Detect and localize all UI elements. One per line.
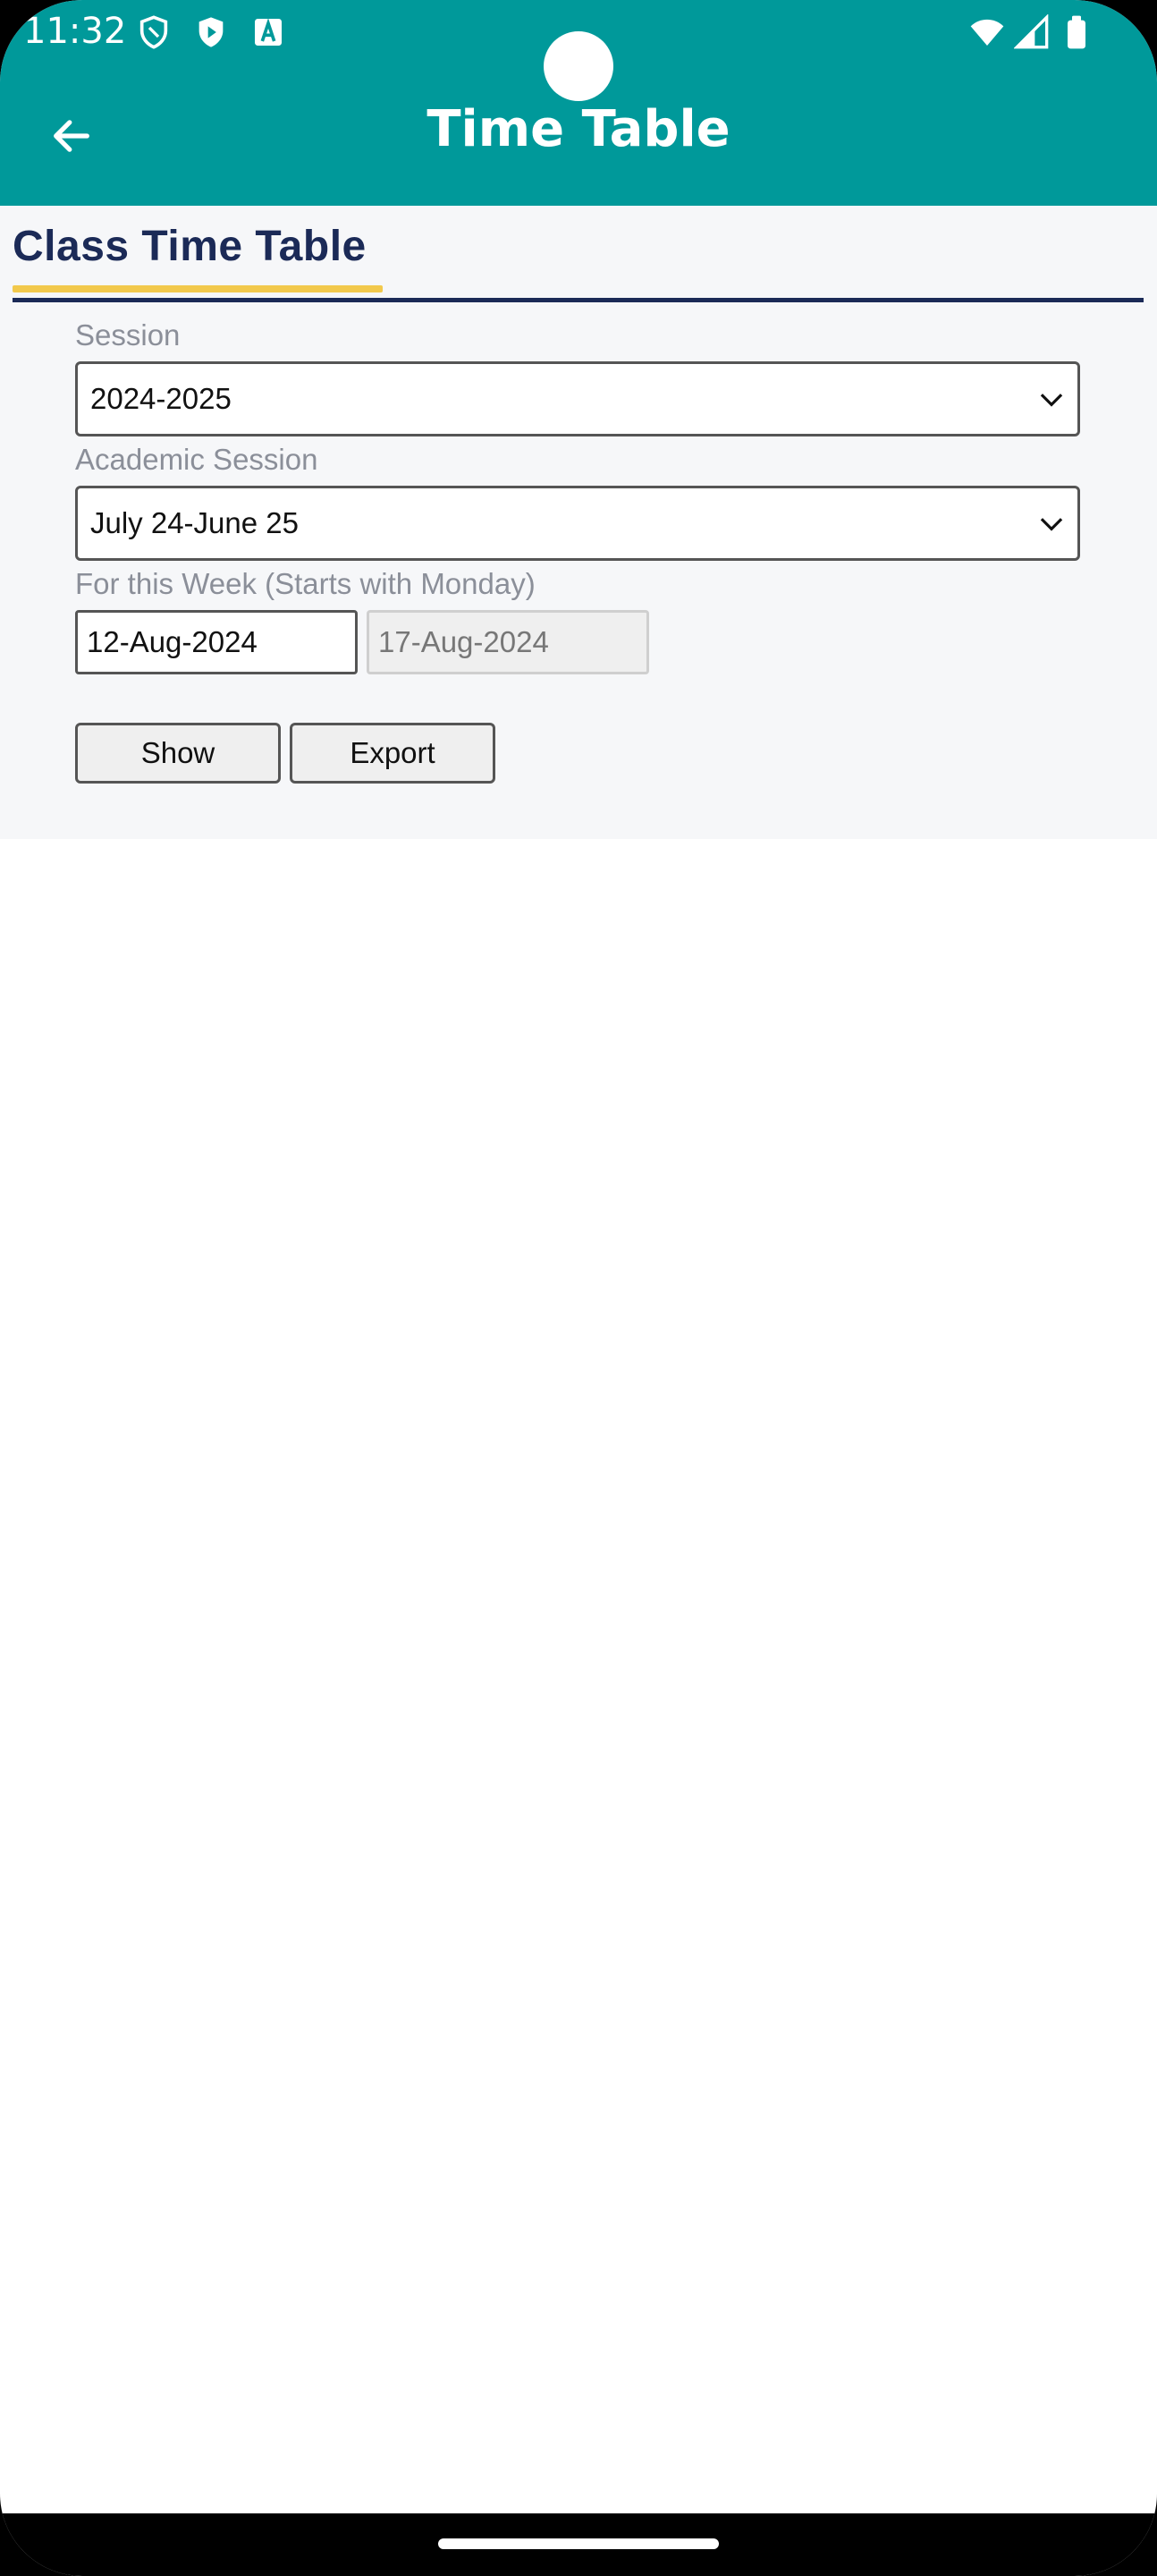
academic-session-label: Academic Session xyxy=(75,443,318,476)
export-button[interactable]: Export xyxy=(290,723,495,784)
app-header: 11:32 Time Table xyxy=(0,0,1157,206)
week-start-date-input[interactable]: 12-Aug-2024 xyxy=(75,610,358,674)
academic-session-value: July 24-June 25 xyxy=(90,506,299,539)
play-shield-icon xyxy=(198,17,224,47)
show-button[interactable]: Show xyxy=(75,723,281,784)
status-time: 11:32 xyxy=(23,11,127,52)
wifi-icon xyxy=(970,19,1004,46)
week-label: For this Week (Starts with Monday) xyxy=(75,567,536,600)
signal-icon xyxy=(1014,14,1049,49)
camera-cutout xyxy=(544,31,613,101)
session-select[interactable]: 2024-2025 xyxy=(75,361,1080,436)
home-gesture-handle[interactable] xyxy=(438,2538,719,2549)
chevron-down-icon xyxy=(1040,518,1063,531)
academic-session-select[interactable]: July 24-June 25 xyxy=(75,486,1080,561)
battery-icon xyxy=(1068,15,1085,49)
page-title: Class Time Table xyxy=(13,223,367,270)
title-accent-underline xyxy=(13,285,383,292)
shield-outline-icon xyxy=(139,15,168,49)
session-value: 2024-2025 xyxy=(90,382,232,415)
session-label: Session xyxy=(75,318,181,352)
week-end-date-input: 17-Aug-2024 xyxy=(367,610,649,674)
chevron-down-icon xyxy=(1040,394,1063,407)
app-title: Time Table xyxy=(426,100,731,158)
title-divider xyxy=(13,298,1144,302)
font-a-icon xyxy=(255,18,282,46)
phone-screen: 11:32 Time Table Class Time Table Sessio… xyxy=(0,0,1157,2576)
